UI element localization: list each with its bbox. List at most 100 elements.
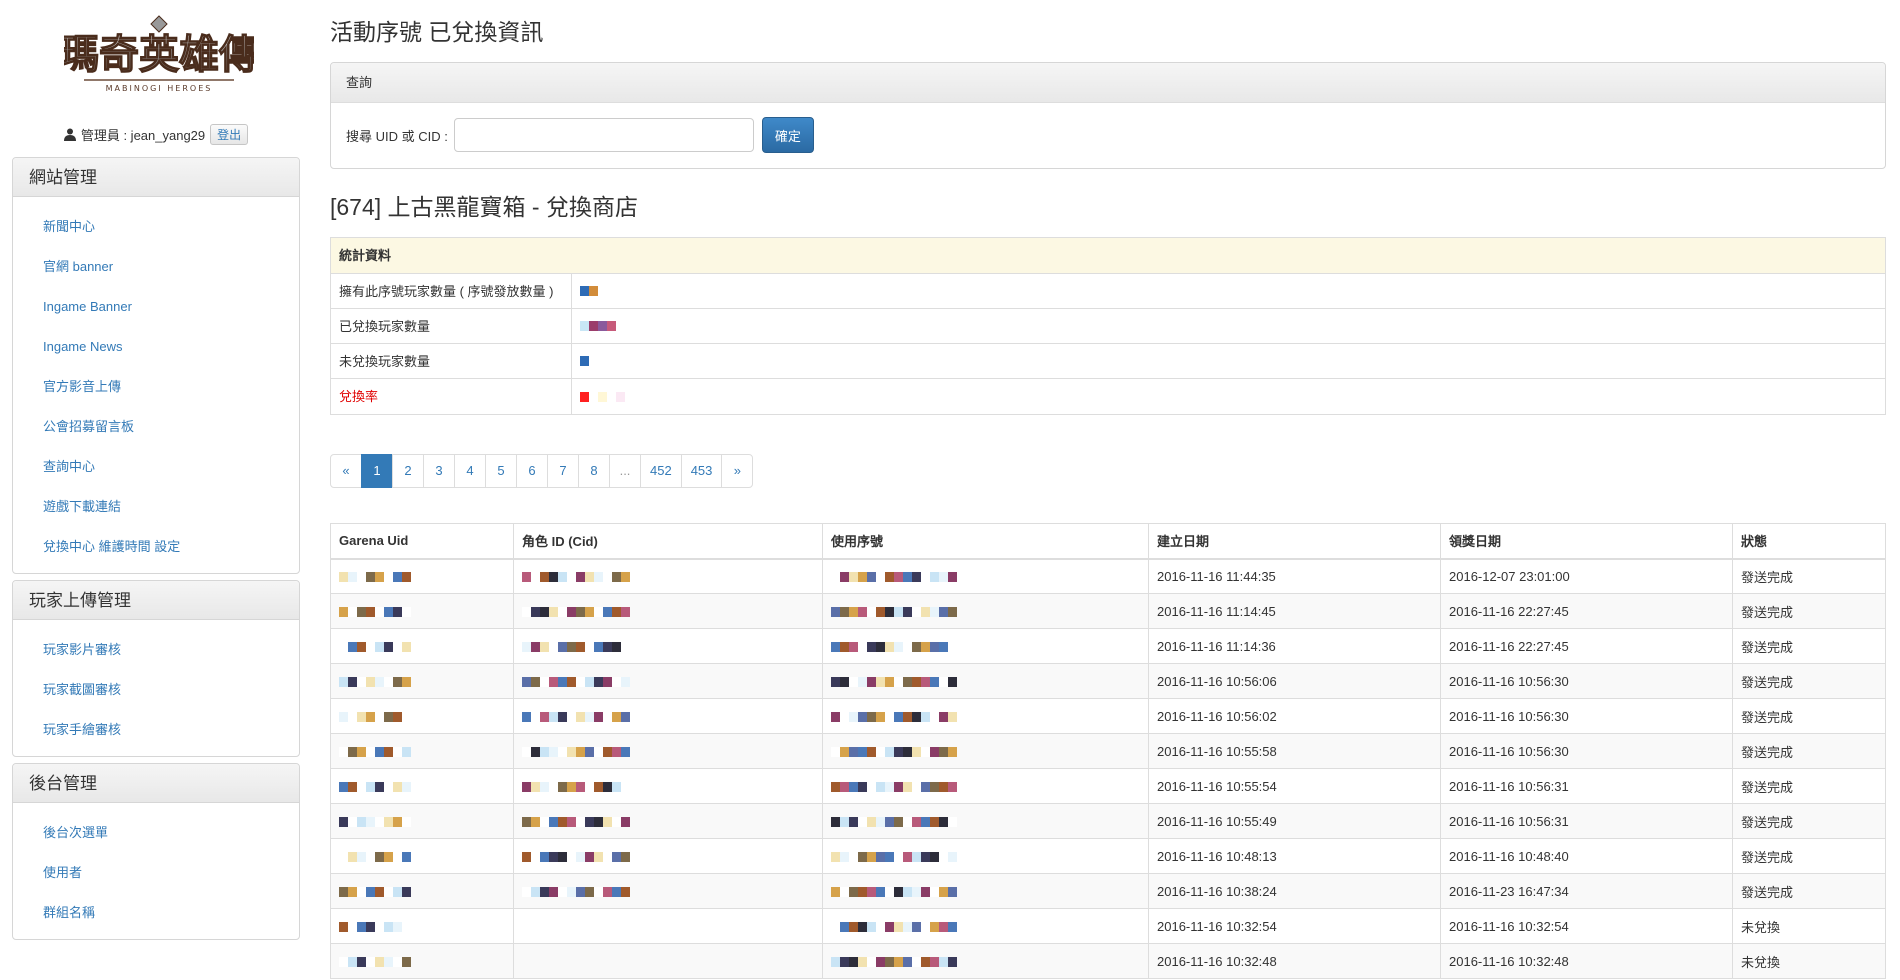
table-row[interactable]: 2016-11-16 10:32:54 2016-11-16 10:32:54 未兌…: [330, 908, 1886, 944]
cell-claimed: 2016-11-16 10:56:31: [1440, 768, 1733, 804]
nav-guild-board[interactable]: 公會招募留言板: [13, 407, 299, 447]
cell-created: 2016-11-16 11:14:45: [1148, 593, 1441, 629]
table-row[interactable]: 2016-11-16 10:56:06 2016-11-16 10:56:30 發送…: [330, 663, 1886, 699]
mosaic-redaction: [339, 571, 411, 583]
pagination-page[interactable]: 8: [578, 454, 610, 488]
cell-serial: [822, 733, 1149, 769]
logo[interactable]: 瑪奇英雄傳 MABINOGI HEROES: [18, 0, 300, 112]
logout-button[interactable]: 登出: [210, 124, 249, 145]
mosaic-redaction: [522, 781, 630, 793]
table-row[interactable]: 2016-11-16 11:14:45 2016-11-16 22:27:45 發送…: [330, 593, 1886, 629]
nav-news-center[interactable]: 新聞中心: [13, 207, 299, 247]
nav-submenu[interactable]: 後台次選單: [13, 813, 299, 853]
nav-group-names[interactable]: 群組名稱: [13, 893, 299, 933]
cell-created: 2016-11-16 10:55:58: [1148, 733, 1441, 769]
cell-status: 發送完成: [1732, 733, 1886, 769]
cell-serial: [822, 698, 1149, 734]
mosaic-redaction: [339, 641, 411, 653]
cell-cid: [513, 908, 823, 944]
mosaic-redaction: [831, 781, 957, 793]
panel-player-uploads: 玩家上傳管理 玩家影片審核 玩家截圖審核 玩家手繪審核: [12, 580, 300, 757]
pagination: «1 2 3 4 5 6 7 8... 452 453»: [330, 454, 1886, 488]
nav-download-links[interactable]: 遊戲下載連結: [13, 487, 299, 527]
mosaic-redaction: [339, 956, 411, 968]
nav-video-upload[interactable]: 官方影音上傳: [13, 367, 299, 407]
nav-drawing-review[interactable]: 玩家手繪審核: [13, 710, 299, 750]
nav-ingame-banner[interactable]: Ingame Banner: [13, 287, 299, 327]
cell-serial: [822, 768, 1149, 804]
table-row[interactable]: 2016-11-16 10:55:54 2016-11-16 10:56:31 發送…: [330, 768, 1886, 804]
cell-created: 2016-11-16 10:55:54: [1148, 768, 1441, 804]
table-row[interactable]: 2016-11-16 11:44:35 2016-12-07 23:01:00 發送…: [330, 558, 1886, 594]
cell-cid: [513, 593, 823, 629]
col-header-uid[interactable]: Garena Uid: [330, 523, 514, 560]
col-header-serial[interactable]: 使用序號: [822, 523, 1149, 560]
cell-uid: [330, 838, 514, 874]
pagination-page[interactable]: 4: [454, 454, 486, 488]
table-row[interactable]: 2016-11-16 10:32:48 2016-11-16 10:32:48 未兌…: [330, 943, 1886, 979]
pagination-page: ...: [609, 454, 641, 488]
nav-query-center[interactable]: 查詢中心: [13, 447, 299, 487]
cell-created: 2016-11-16 10:48:13: [1148, 838, 1441, 874]
cell-serial: [822, 803, 1149, 839]
stat-label: 擁有此序號玩家數量 ( 序號發放數量 ): [331, 274, 572, 308]
table-row[interactable]: 2016-11-16 10:55:58 2016-11-16 10:56:30 發送…: [330, 733, 1886, 769]
table-row[interactable]: 2016-11-16 10:55:49 2016-11-16 10:56:31 發送…: [330, 803, 1886, 839]
panel-site-management: 網站管理 新聞中心 官網 banner Ingame Banner Ingame…: [12, 157, 300, 574]
cell-serial: [822, 943, 1149, 979]
nav-video-review[interactable]: 玩家影片審核: [13, 630, 299, 670]
nav-site-banner[interactable]: 官網 banner: [13, 247, 299, 287]
pagination-page[interactable]: 2: [392, 454, 424, 488]
cell-created: 2016-11-16 10:32:48: [1148, 943, 1441, 979]
pagination-page[interactable]: 453: [680, 454, 723, 488]
col-header-claimed[interactable]: 領獎日期: [1440, 523, 1733, 560]
cell-claimed: 2016-11-16 10:56:30: [1440, 698, 1733, 734]
pagination-page[interactable]: 5: [485, 454, 517, 488]
mosaic-redaction: [339, 606, 411, 618]
table-row[interactable]: 2016-11-16 10:56:02 2016-11-16 10:56:30 發送…: [330, 698, 1886, 734]
nav-users[interactable]: 使用者: [13, 853, 299, 893]
pagination-page[interactable]: 1: [361, 454, 393, 488]
nav-redeem-maintenance[interactable]: 兌換中心 維護時間 設定: [13, 527, 299, 567]
stat-value-redacted: [572, 379, 625, 414]
cell-cid: [513, 663, 823, 699]
mosaic-redaction: [339, 816, 411, 828]
panel-heading: 玩家上傳管理: [13, 581, 299, 620]
table-row[interactable]: 2016-11-16 11:14:36 2016-11-16 22:27:45 發送…: [330, 628, 1886, 664]
pagination-next[interactable]: »: [721, 454, 754, 488]
stat-row: 兌換率: [331, 379, 1885, 414]
cell-claimed: 2016-11-16 22:27:45: [1440, 593, 1733, 629]
table-row[interactable]: 2016-11-16 10:48:13 2016-11-16 10:48:40 發送…: [330, 838, 1886, 874]
pagination-page[interactable]: 452: [640, 454, 682, 488]
admin-label: 管理員 : jean_yang29: [80, 128, 206, 143]
confirm-button[interactable]: 確定: [761, 117, 814, 153]
cell-status: 發送完成: [1732, 803, 1886, 839]
cell-status: 發送完成: [1732, 873, 1886, 909]
col-header-status[interactable]: 狀態: [1732, 523, 1886, 560]
pagination-page[interactable]: 3: [423, 454, 455, 488]
cell-created: 2016-11-16 10:55:49: [1148, 803, 1441, 839]
search-input[interactable]: [453, 118, 754, 152]
cell-uid: [330, 943, 514, 979]
cell-status: 未兌換: [1732, 908, 1886, 944]
mosaic-redaction: [522, 746, 630, 758]
table-row[interactable]: 2016-11-16 10:38:24 2016-11-23 16:47:34 發送…: [330, 873, 1886, 909]
nav-ingame-news[interactable]: Ingame News: [13, 327, 299, 367]
col-header-created[interactable]: 建立日期: [1148, 523, 1441, 560]
panel-heading: 後台管理: [13, 764, 299, 803]
pagination-page[interactable]: 7: [547, 454, 579, 488]
cell-serial: [822, 873, 1149, 909]
pagination-page[interactable]: 6: [516, 454, 548, 488]
cell-created: 2016-11-16 10:38:24: [1148, 873, 1441, 909]
stat-value-redacted: [572, 344, 589, 378]
pagination-prev[interactable]: «: [330, 454, 362, 488]
mosaic-redaction: [522, 641, 630, 653]
col-header-cid[interactable]: 角色 ID (Cid): [513, 523, 823, 560]
nav-screenshot-review[interactable]: 玩家截圖審核: [13, 670, 299, 710]
cell-claimed: 2016-11-16 10:32:54: [1440, 908, 1733, 944]
mosaic-redaction: [831, 746, 957, 758]
query-heading: 查詢: [331, 63, 1885, 103]
query-panel: 查詢 搜尋 UID 或 CID : 確定: [330, 62, 1886, 169]
cell-cid: [513, 873, 823, 909]
stat-label: 未兌換玩家數量: [331, 344, 572, 378]
